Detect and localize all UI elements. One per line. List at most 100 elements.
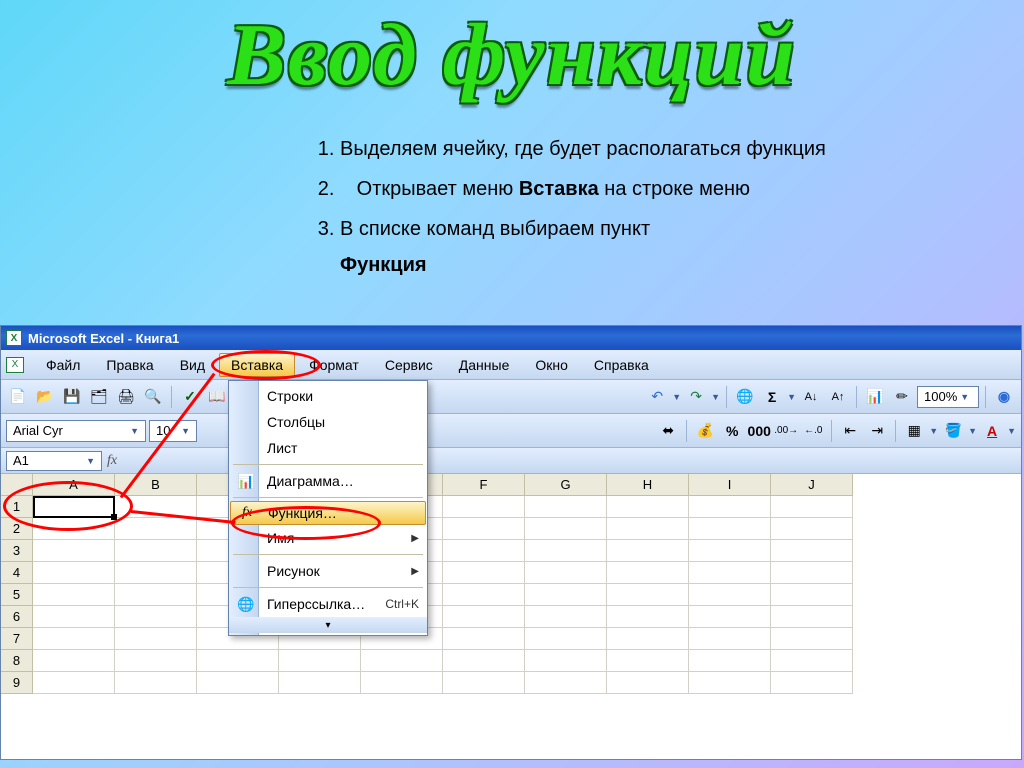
cell[interactable] (525, 650, 607, 672)
cell[interactable] (689, 562, 771, 584)
cell[interactable] (443, 518, 525, 540)
cell[interactable] (771, 672, 853, 694)
cell[interactable] (443, 540, 525, 562)
comma-icon[interactable]: 000 (747, 419, 771, 443)
cell[interactable] (197, 672, 279, 694)
preview-icon[interactable]: 🔍 (141, 385, 165, 409)
col-G[interactable]: G (525, 474, 607, 496)
cell[interactable] (443, 562, 525, 584)
cell[interactable] (33, 628, 115, 650)
percent-icon[interactable]: % (720, 419, 744, 443)
font-box[interactable]: Arial Cyr▼ (6, 420, 146, 442)
cell-A1[interactable] (33, 496, 115, 518)
cell[interactable] (33, 584, 115, 606)
cell[interactable] (771, 496, 853, 518)
new-icon[interactable]: 📄 (6, 385, 30, 409)
select-all-corner[interactable] (1, 474, 33, 496)
cell[interactable] (279, 650, 361, 672)
permission-icon[interactable]: 🗂 (87, 385, 111, 409)
cell[interactable] (525, 562, 607, 584)
cell[interactable] (443, 496, 525, 518)
cell[interactable] (443, 606, 525, 628)
col-I[interactable]: I (689, 474, 771, 496)
dec-decimal-icon[interactable]: ←.0 (801, 419, 825, 443)
row-9[interactable]: 9 (1, 672, 33, 694)
row-5[interactable]: 5 (1, 584, 33, 606)
cell[interactable] (361, 650, 443, 672)
cell[interactable] (689, 628, 771, 650)
cell[interactable] (525, 628, 607, 650)
cell[interactable] (607, 672, 689, 694)
cell[interactable] (115, 628, 197, 650)
menu-data[interactable]: Данные (447, 353, 522, 377)
cell[interactable] (361, 672, 443, 694)
dec-indent-icon[interactable]: ⇤ (838, 419, 862, 443)
col-F[interactable]: F (443, 474, 525, 496)
cell[interactable] (115, 562, 197, 584)
cell[interactable] (525, 672, 607, 694)
save-icon[interactable]: 💾 (60, 385, 84, 409)
menu-tools[interactable]: Сервис (373, 353, 445, 377)
cell[interactable] (607, 584, 689, 606)
name-box[interactable]: A1▼ (6, 451, 102, 471)
cell[interactable] (115, 584, 197, 606)
cell[interactable] (115, 540, 197, 562)
cell[interactable] (115, 672, 197, 694)
cell[interactable] (771, 518, 853, 540)
font-color-icon[interactable]: A (980, 419, 1004, 443)
sum-icon[interactable]: Σ (760, 385, 784, 409)
cell[interactable] (771, 540, 853, 562)
row-7[interactable]: 7 (1, 628, 33, 650)
col-H[interactable]: H (607, 474, 689, 496)
cell[interactable] (33, 606, 115, 628)
cell[interactable] (279, 672, 361, 694)
inc-decimal-icon[interactable]: .00→ (774, 419, 798, 443)
cell[interactable] (525, 540, 607, 562)
dropdown-chart[interactable]: 📊Диаграмма… (229, 468, 427, 494)
cell[interactable] (33, 650, 115, 672)
zoom-box[interactable]: 100%▼ (917, 386, 979, 408)
worksheet-grid[interactable]: A B C D E F G H I J 1 2 3 4 5 6 7 8 9 (1, 474, 1021, 759)
cell[interactable] (607, 650, 689, 672)
col-J[interactable]: J (771, 474, 853, 496)
cell[interactable] (607, 496, 689, 518)
dropdown-hyperlink[interactable]: 🌐Гиперссылка…Ctrl+K (229, 591, 427, 617)
cell[interactable] (771, 584, 853, 606)
sort-desc-icon[interactable]: A↑ (826, 385, 850, 409)
inc-indent-icon[interactable]: ⇥ (865, 419, 889, 443)
cell[interactable] (525, 584, 607, 606)
cell[interactable] (443, 672, 525, 694)
row-2[interactable]: 2 (1, 518, 33, 540)
cell[interactable] (525, 606, 607, 628)
cell[interactable] (443, 650, 525, 672)
menu-file[interactable]: Файл (34, 353, 92, 377)
open-icon[interactable]: 📂 (33, 385, 57, 409)
currency-icon[interactable]: 💰 (693, 419, 717, 443)
cell[interactable] (689, 584, 771, 606)
cell[interactable] (689, 518, 771, 540)
cell[interactable] (771, 650, 853, 672)
cell[interactable] (115, 650, 197, 672)
cell[interactable] (443, 584, 525, 606)
border-icon[interactable]: ▦ (902, 419, 926, 443)
hyperlink-icon[interactable]: 🌐 (733, 385, 757, 409)
help-icon[interactable]: ◉ (992, 385, 1016, 409)
menu-window[interactable]: Окно (523, 353, 580, 377)
cell[interactable] (443, 628, 525, 650)
cell[interactable] (607, 628, 689, 650)
cell[interactable] (689, 606, 771, 628)
cell[interactable] (197, 650, 279, 672)
cell[interactable] (689, 672, 771, 694)
cell[interactable] (607, 606, 689, 628)
cell[interactable] (115, 518, 197, 540)
cell[interactable] (771, 562, 853, 584)
menu-view[interactable]: Вид (168, 353, 217, 377)
cell[interactable] (607, 518, 689, 540)
sort-asc-icon[interactable]: A↓ (799, 385, 823, 409)
cell[interactable] (33, 518, 115, 540)
menu-help[interactable]: Справка (582, 353, 661, 377)
menu-format[interactable]: Формат (297, 353, 371, 377)
cell[interactable] (115, 606, 197, 628)
cell[interactable] (607, 562, 689, 584)
dropdown-rows[interactable]: Строки (229, 383, 427, 409)
